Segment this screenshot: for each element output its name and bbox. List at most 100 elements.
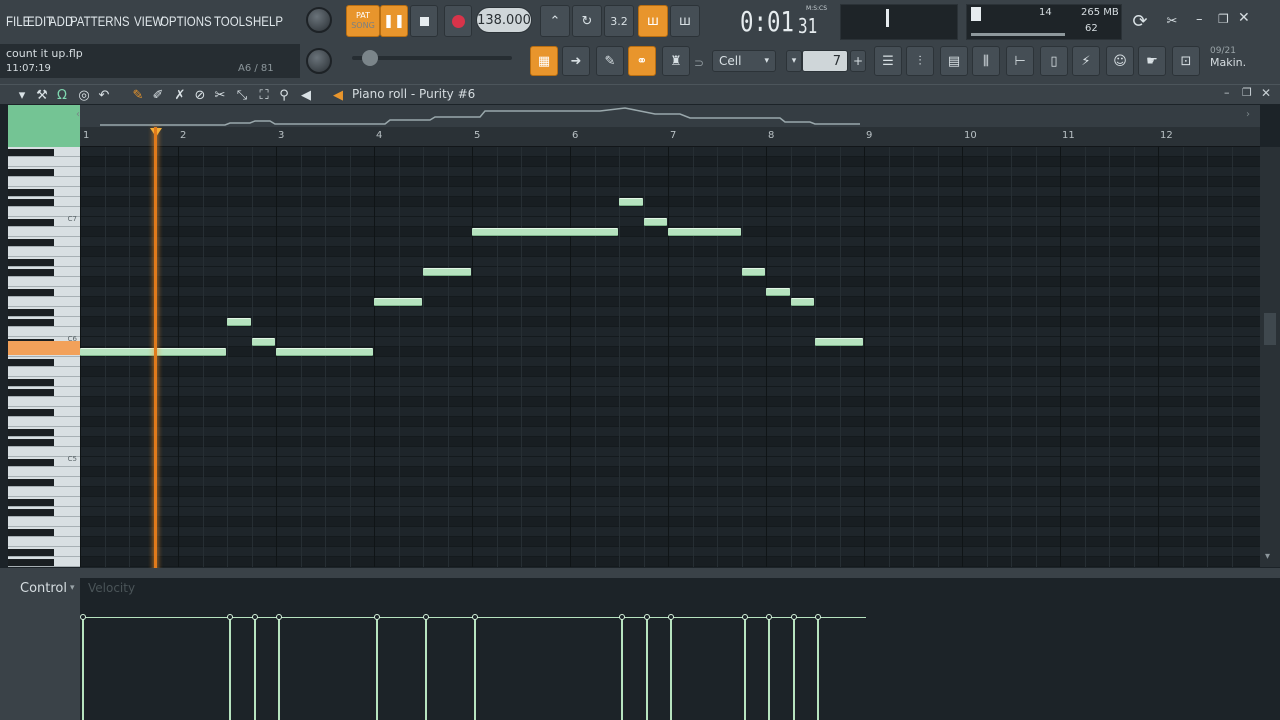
step-edit-button[interactable]: ш — [638, 5, 668, 37]
channel-rack-button[interactable]: ▤ — [940, 46, 968, 76]
scroll-down-icon[interactable]: ▾ — [1265, 551, 1270, 562]
velocity-handle[interactable] — [790, 614, 797, 620]
loop-record-button[interactable]: ш — [670, 5, 700, 37]
black-key[interactable] — [8, 309, 54, 316]
delete-icon[interactable]: ✗ — [172, 87, 188, 103]
velocity-bar[interactable] — [229, 617, 231, 720]
velocity-bar[interactable] — [792, 617, 795, 720]
note[interactable] — [790, 298, 814, 306]
black-key[interactable] — [8, 289, 54, 296]
black-key[interactable] — [8, 269, 54, 276]
velocity-bar[interactable] — [621, 617, 623, 720]
main-pitch-knob[interactable] — [306, 48, 332, 74]
black-key[interactable] — [8, 219, 54, 226]
note[interactable] — [227, 318, 251, 326]
black-key[interactable] — [8, 389, 54, 396]
tempo-display[interactable]: 138.000 — [476, 7, 532, 33]
black-key[interactable] — [8, 429, 54, 436]
menu-tools[interactable]: TOOLS — [214, 13, 253, 29]
piano-keyboard[interactable]: C7 C6 C5 — [8, 147, 80, 567]
paint-icon[interactable]: ✐ — [150, 87, 166, 103]
piano-roll-title[interactable]: Piano roll - Purity #6 — [352, 87, 475, 101]
stepper-decrease[interactable]: ▾ — [786, 50, 802, 72]
menu-help[interactable]: HELP — [253, 13, 283, 29]
note[interactable] — [276, 348, 373, 356]
velocity-bar[interactable] — [253, 617, 256, 720]
white-key[interactable] — [8, 487, 80, 497]
vertical-scrollbar[interactable]: ▾ — [1260, 147, 1280, 567]
velocity-bar[interactable] — [425, 617, 427, 720]
note[interactable] — [472, 228, 618, 236]
white-key[interactable] — [8, 367, 80, 377]
black-key[interactable] — [8, 459, 54, 466]
black-key[interactable] — [8, 439, 54, 446]
velocity-bar[interactable] — [278, 617, 280, 720]
mute-icon[interactable]: ⊘ — [192, 87, 208, 103]
velocity-bar[interactable] — [743, 617, 746, 720]
metronome-button[interactable]: ⌃ — [540, 5, 570, 37]
note[interactable] — [619, 198, 643, 206]
velocity-bar[interactable] — [670, 617, 672, 720]
zoom-select-icon[interactable]: ⛶ — [256, 87, 272, 103]
white-key[interactable] — [8, 467, 80, 477]
project-info-button[interactable]: ▯ — [1040, 46, 1068, 76]
browser-button[interactable]: ⊢ — [1006, 46, 1034, 76]
record-button[interactable] — [444, 5, 472, 37]
restore-button[interactable]: ❐ — [1218, 12, 1229, 26]
white-key[interactable] — [8, 177, 80, 187]
black-key[interactable] — [8, 239, 54, 246]
black-key[interactable] — [8, 479, 54, 486]
white-key[interactable] — [8, 517, 80, 527]
velocity-handle[interactable] — [472, 614, 478, 620]
link-button[interactable]: ⚭ — [628, 46, 656, 76]
white-key[interactable] — [8, 227, 80, 237]
tool-corner[interactable] — [8, 105, 80, 147]
speaker-icon[interactable]: ◀ — [330, 87, 346, 103]
minimize-button[interactable]: – — [1224, 86, 1230, 99]
black-key[interactable] — [8, 199, 54, 206]
refresh-button[interactable]: ⟳ — [1126, 5, 1154, 37]
play-button[interactable]: ❚❚ — [380, 5, 408, 37]
stop-button[interactable] — [410, 5, 438, 37]
velocity-handle[interactable] — [227, 614, 233, 620]
slice-icon[interactable]: ✂ — [212, 87, 228, 103]
menu-view[interactable]: VIEW — [134, 13, 163, 29]
menu-options[interactable]: OPTIONS — [160, 13, 212, 29]
velocity-handle[interactable] — [815, 614, 821, 620]
piano-roll-button[interactable]: ⫶ — [906, 46, 934, 76]
zoom-icon[interactable]: ⚲ — [276, 87, 292, 103]
close-button[interactable]: ✕ — [1261, 86, 1271, 100]
velocity-bar[interactable] — [82, 617, 84, 720]
black-key[interactable] — [8, 149, 54, 156]
black-key[interactable] — [8, 379, 54, 386]
select-icon[interactable]: ⤡ — [234, 87, 250, 103]
black-key[interactable] — [8, 259, 54, 266]
wait-input-button[interactable]: ↻ — [572, 5, 602, 37]
main-volume-knob[interactable] — [306, 7, 332, 33]
active-key[interactable] — [8, 341, 80, 355]
black-key[interactable] — [8, 499, 54, 506]
scroll-thumb[interactable] — [1264, 313, 1276, 345]
control-splitter[interactable] — [0, 568, 1280, 578]
note[interactable] — [251, 338, 275, 346]
black-key[interactable] — [8, 359, 54, 366]
black-key[interactable] — [8, 319, 54, 326]
time-ruler[interactable]: 1 2 3 4 5 6 7 8 9 10 11 12 — [80, 127, 1260, 147]
velocity-bar[interactable] — [474, 617, 476, 720]
note[interactable] — [815, 338, 863, 346]
minimize-button[interactable]: – — [1196, 12, 1203, 27]
note-grid[interactable] — [80, 147, 1260, 567]
menu-patterns[interactable]: PATTERNS — [70, 13, 130, 29]
paint-button[interactable]: ✎ — [596, 46, 624, 76]
velocity-handle[interactable] — [374, 614, 380, 620]
snap-value-field[interactable]: 7 — [802, 50, 848, 72]
black-key[interactable] — [8, 409, 54, 416]
white-key[interactable] — [8, 247, 80, 257]
pencil-icon[interactable]: ✎ — [130, 87, 146, 103]
wrench-icon[interactable]: ⚒ — [34, 87, 50, 103]
velocity-bar[interactable] — [817, 617, 819, 720]
velocity-handle[interactable] — [276, 614, 282, 620]
playback-icon[interactable]: ◀ — [298, 87, 314, 103]
mixer-button[interactable]: ⫼ — [972, 46, 1000, 76]
note[interactable] — [374, 298, 422, 306]
